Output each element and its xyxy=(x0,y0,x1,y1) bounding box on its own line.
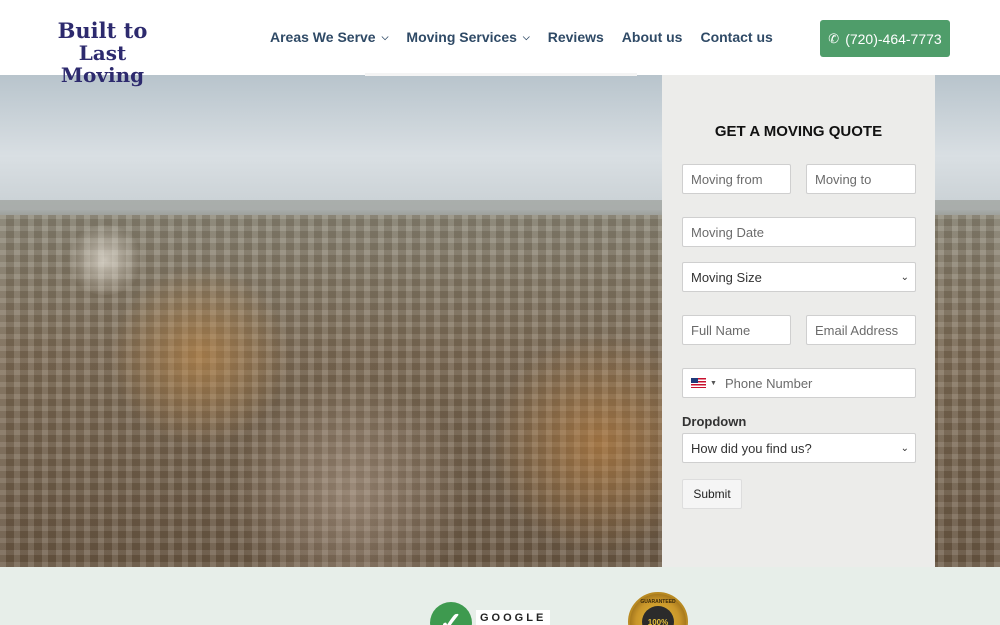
nav-item-reviews[interactable]: Reviews xyxy=(548,29,604,45)
nav-item-areas-we-serve[interactable]: Areas We Serve ⌵ xyxy=(270,29,388,45)
logo-line-2: Last Moving xyxy=(60,41,145,87)
nav-item-label: Areas We Serve xyxy=(270,29,376,45)
moving-to-field[interactable]: Moving to xyxy=(806,164,916,194)
full-name-placeholder: Full Name xyxy=(691,322,751,338)
site-header: Built to Last Moving Areas We Serve ⌵ Mo… xyxy=(0,0,1000,86)
chevron-down-icon: ⌄ xyxy=(900,271,909,283)
google-review-badge: ✓ GOOGLE xyxy=(430,602,551,625)
phone-placeholder: Phone Number xyxy=(724,375,813,391)
phone-icon: ✆ xyxy=(828,30,840,46)
site-logo[interactable]: Built to Last Moving xyxy=(40,18,165,87)
phone-number-label: (720)-464-7773 xyxy=(845,30,942,47)
quote-form: GET A MOVING QUOTE Moving from Moving to… xyxy=(662,75,935,567)
google-badge-text: GOOGLE xyxy=(476,610,551,625)
hero-smoke xyxy=(65,225,145,295)
chevron-down-icon: ⌄ xyxy=(900,442,909,454)
us-flag-icon[interactable] xyxy=(691,378,706,388)
quote-form-title: GET A MOVING QUOTE xyxy=(714,123,883,140)
moving-to-placeholder: Moving to xyxy=(815,171,872,187)
moving-size-select[interactable]: Moving Size ⌄ xyxy=(682,262,916,292)
nav-item-moving-services[interactable]: Moving Services ⌵ xyxy=(406,29,529,45)
referral-source-value: How did you find us? xyxy=(691,440,812,456)
email-field[interactable]: Email Address xyxy=(806,315,916,345)
nav-item-label: Contact us xyxy=(700,29,773,45)
check-icon: ✓ xyxy=(430,602,472,625)
chevron-down-icon: ⌵ xyxy=(381,31,389,42)
moving-date-placeholder: Moving Date xyxy=(691,224,764,240)
submit-button[interactable]: Submit xyxy=(682,479,742,509)
nav-item-label: Moving Services xyxy=(406,29,517,45)
nav-item-contact-us[interactable]: Contact us xyxy=(700,29,772,45)
moving-from-placeholder: Moving from xyxy=(691,171,763,187)
email-placeholder: Email Address xyxy=(815,322,899,338)
full-name-field[interactable]: Full Name xyxy=(682,315,791,345)
nav-item-label: Reviews xyxy=(547,29,604,45)
moving-from-field[interactable]: Moving from xyxy=(682,164,791,194)
logo-line-1: Built to xyxy=(57,18,148,43)
country-caret-icon[interactable]: ▼ xyxy=(710,380,717,387)
dropdown-label: Dropdown xyxy=(682,414,747,429)
main-nav: Areas We Serve ⌵ Moving Services ⌵ Revie… xyxy=(270,29,791,45)
moving-size-value: Moving Size xyxy=(691,269,762,285)
moving-date-field[interactable]: Moving Date xyxy=(682,217,916,247)
guarantee-seal: GUARANTEED 100% xyxy=(628,592,688,625)
chevron-down-icon: ⌵ xyxy=(522,31,530,42)
call-phone-button[interactable]: ✆ (720)-464-7773 xyxy=(820,20,950,57)
seal-center-text: 100% xyxy=(642,606,674,625)
phone-field[interactable]: ▼ Phone Number xyxy=(682,368,916,398)
header-divider xyxy=(365,73,637,76)
seal-top-text: GUARANTEED xyxy=(640,599,676,605)
nav-item-about-us[interactable]: About us xyxy=(622,29,683,45)
trust-badges-band: ✓ GOOGLE GUARANTEED 100% xyxy=(0,567,1000,625)
referral-source-select[interactable]: How did you find us? ⌄ xyxy=(682,433,916,463)
nav-item-label: About us xyxy=(621,29,683,45)
